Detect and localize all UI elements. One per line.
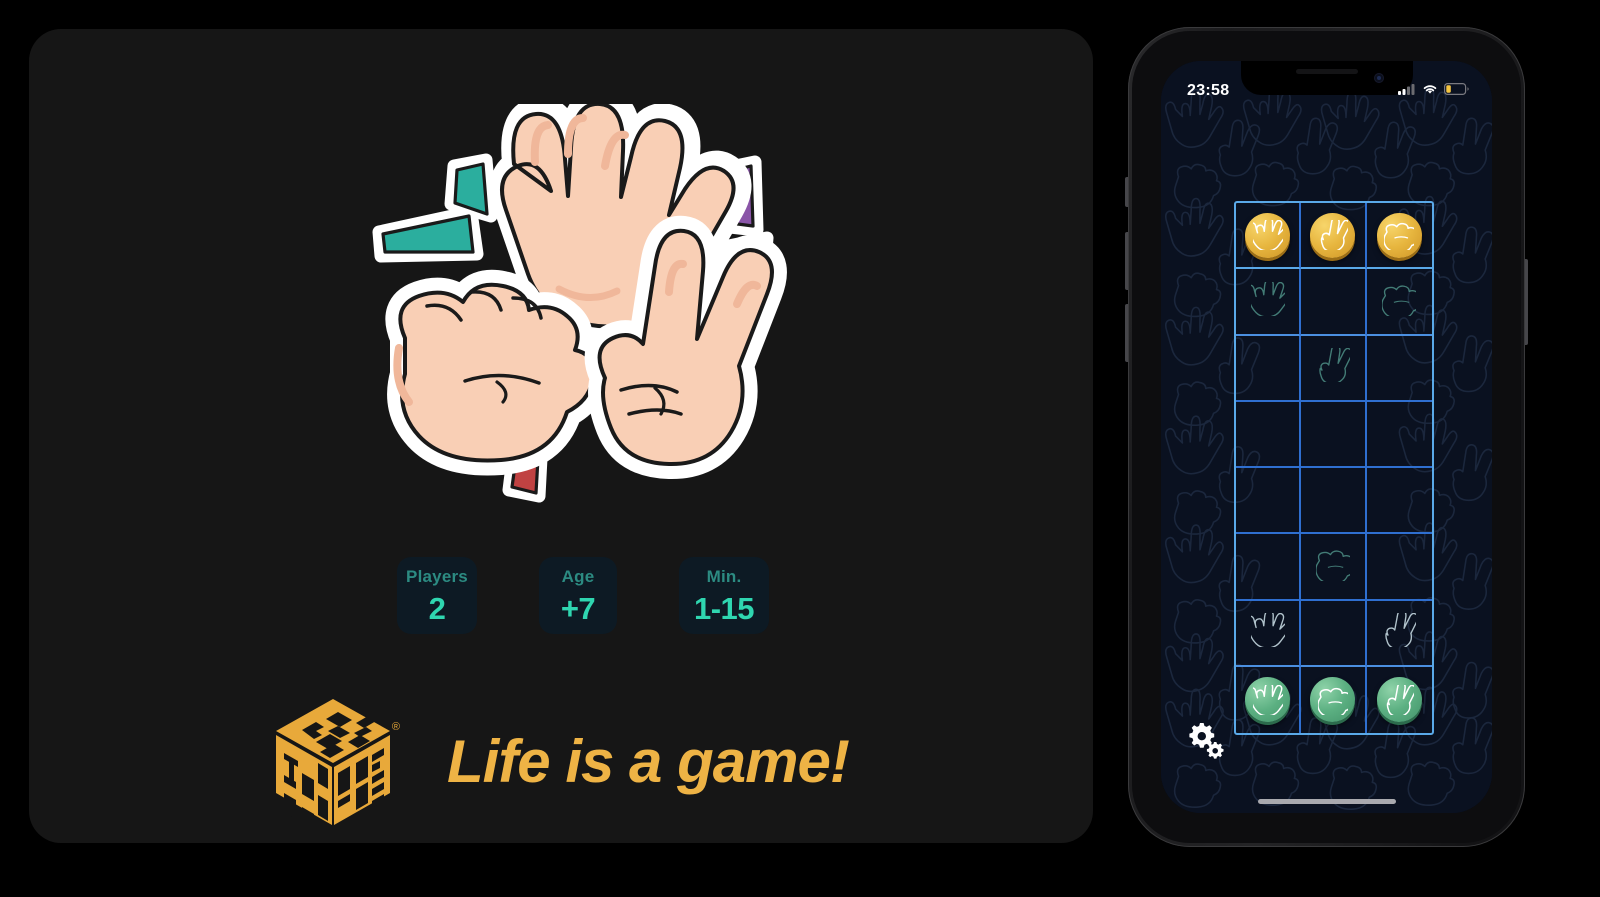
gold-token-rock[interactable] [1376,212,1422,258]
board-cell[interactable] [1301,203,1367,270]
brand-row: ® Life is a game! [272,697,850,827]
board-cell[interactable] [1301,600,1367,667]
board-cell[interactable] [1301,335,1367,402]
board-cell[interactable] [1301,534,1367,601]
green-token-rock[interactable] [1310,677,1356,723]
board-cell[interactable] [1366,269,1432,336]
phone-volume-down-button[interactable] [1125,304,1128,362]
home-indicator[interactable] [1257,799,1396,804]
board-cell[interactable] [1236,401,1302,468]
phone-screen: 23:58 [1161,61,1492,813]
ghost-hand-rock [1315,547,1356,586]
board-cell[interactable] [1236,534,1302,601]
stat-minutes-value: 1-15 [693,590,755,626]
board-cell[interactable] [1301,468,1367,535]
status-bar: 23:58 [1161,61,1492,107]
brand-tagline: Life is a game! [447,728,850,795]
board-cell[interactable] [1367,667,1432,733]
board-cell[interactable] [1366,402,1432,468]
board-cell[interactable] [1236,203,1302,270]
status-bar-time: 23:58 [1187,82,1230,99]
ghost-hand-paper [1245,609,1292,652]
phone-volume-up-button[interactable] [1125,232,1128,290]
green-token-paper[interactable] [1245,677,1291,723]
board-cell[interactable] [1301,401,1367,468]
stat-players-value: 2 [428,590,446,626]
gold-token-scissors[interactable] [1310,212,1356,258]
ghost-hand-paper [1245,278,1292,321]
board-cell[interactable] [1301,269,1367,336]
settings-gears-icon[interactable] [1184,721,1228,761]
status-bar-indicators [1398,82,1470,100]
stat-age-value: +7 [560,590,596,626]
registered-trademark-symbol: ® [391,721,400,733]
wifi-icon [1422,82,1438,100]
board-cell[interactable] [1236,335,1302,402]
stat-age-label: Age [561,566,595,586]
stat-minutes-label: Min. [706,566,742,586]
board-cell[interactable] [1236,600,1302,667]
ghost-hand-rock [1381,282,1422,321]
phone-mockup: 23:58 [1125,27,1528,847]
stat-players-label: Players [406,566,468,586]
board-cell[interactable] [1366,336,1432,402]
board-cell[interactable] [1366,534,1432,601]
stat-age: Age +7 [539,557,617,634]
stat-minutes: Min. 1-15 [679,557,769,634]
board-cell[interactable] [1366,601,1432,667]
board-cell[interactable] [1366,203,1432,270]
board-cell[interactable] [1301,666,1367,733]
phone-power-button[interactable] [1525,259,1528,345]
board-cell[interactable] [1236,269,1302,336]
green-token-scissors[interactable] [1376,677,1422,723]
rock-paper-scissors-illustration [359,104,819,534]
stat-players: Players 2 [397,557,477,634]
phone-bezel: 23:58 [1132,31,1521,843]
app-screenshot: Players 2 Age +7 Min. 1-15 ® Life is a g… [0,0,1600,897]
game-board[interactable] [1234,201,1434,735]
signal-bars-icon [1398,82,1416,100]
battery-low-icon [1444,82,1470,100]
ghost-hand-scissors [1382,609,1419,652]
promo-card: Players 2 Age +7 Min. 1-15 ® Life is a g… [29,29,1093,843]
board-cell[interactable] [1236,468,1302,535]
phone-mute-switch[interactable] [1125,177,1128,207]
board-cell[interactable] [1236,666,1302,733]
game-stats: Players 2 Age +7 Min. 1-15 [369,557,809,637]
board-cell[interactable] [1366,468,1432,535]
gold-token-paper[interactable] [1245,212,1291,258]
ghost-hand-scissors [1316,344,1353,387]
tasdome-cube-logo-icon: ® [272,697,400,827]
